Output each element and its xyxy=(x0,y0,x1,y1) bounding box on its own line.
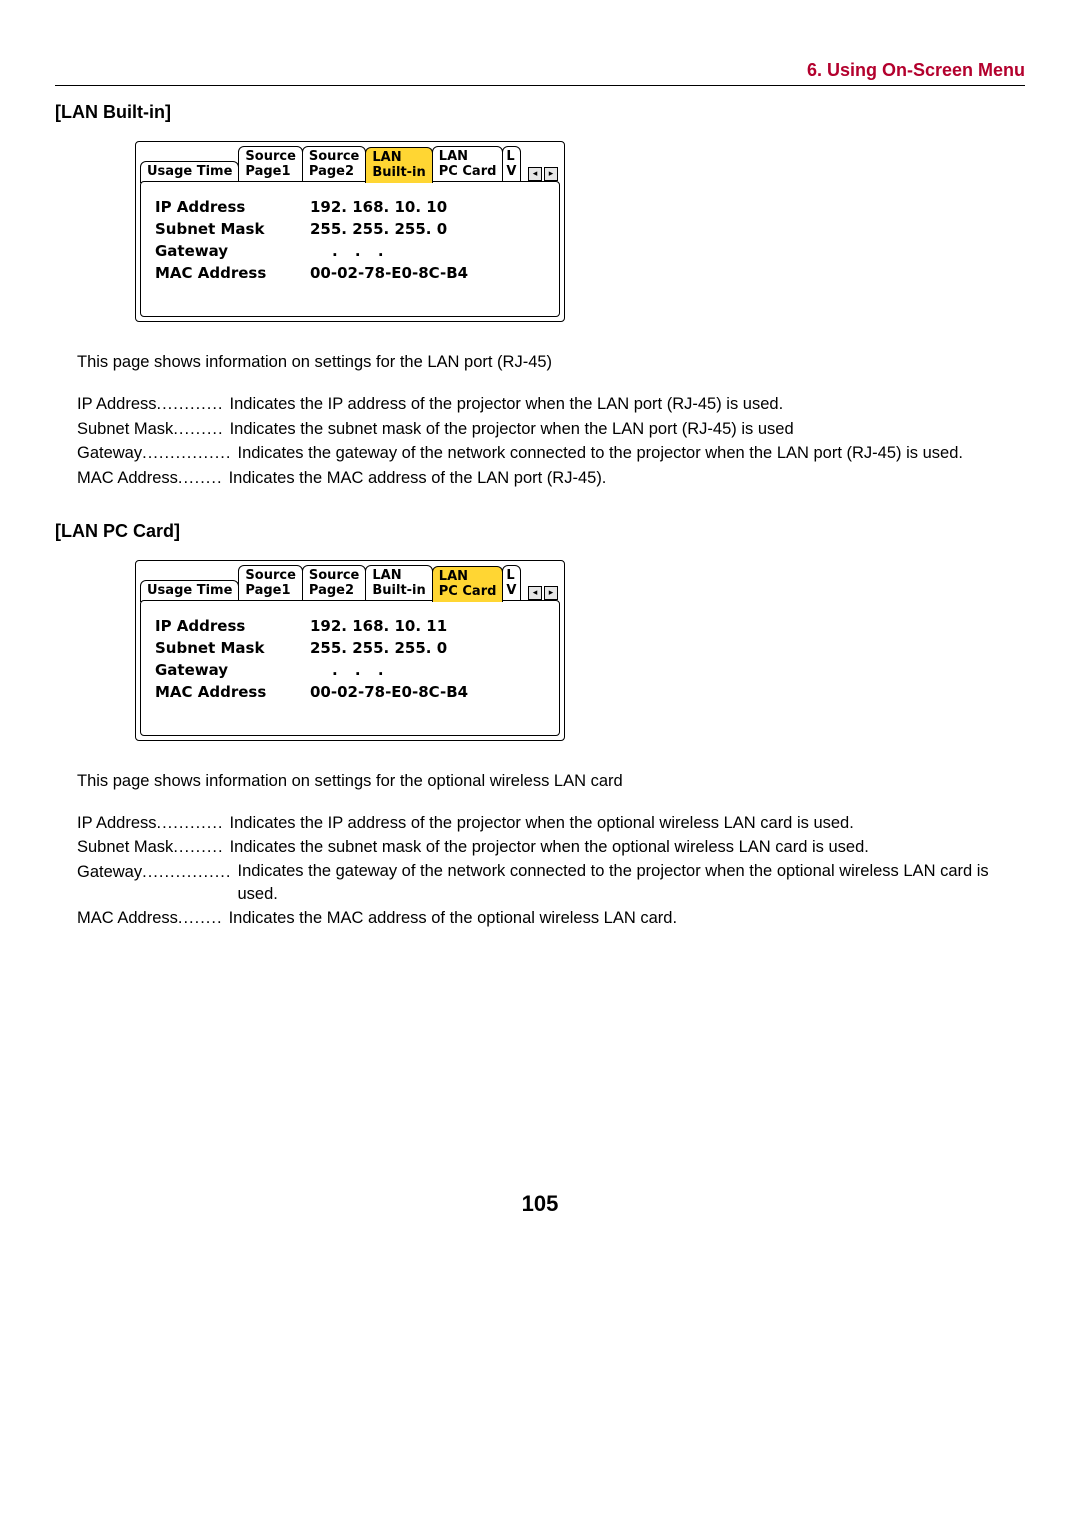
field-label-mac: MAC Address xyxy=(155,683,310,701)
tab-usage-time[interactable]: Usage Time xyxy=(140,161,239,183)
def-term: Subnet Mask xyxy=(77,835,173,860)
scroll-right-icon[interactable]: ▸ xyxy=(544,586,558,600)
scroll-left-icon[interactable]: ◂ xyxy=(528,167,542,181)
tab-source-page1[interactable]: Source Page1 xyxy=(238,146,302,183)
tab-source-page1[interactable]: Source Page1 xyxy=(238,565,302,602)
tab-truncated[interactable]: L V xyxy=(502,565,521,602)
def-dots: ................ xyxy=(142,860,231,906)
field-label-mac: MAC Address xyxy=(155,264,310,282)
section-title: [LAN Built-in] xyxy=(55,102,1025,123)
def-dots: ......... xyxy=(173,835,223,860)
def-term: IP Address xyxy=(77,392,157,417)
field-label-subnet: Subnet Mask xyxy=(155,220,310,238)
tab-lan-builtin[interactable]: LAN Built-in xyxy=(365,565,432,602)
field-label-gateway: Gateway xyxy=(155,661,310,679)
section-title: [LAN PC Card] xyxy=(55,521,1025,542)
field-value-subnet: 255. 255. 255. 0 xyxy=(310,220,447,238)
def-term: MAC Address xyxy=(77,466,178,491)
field-label-gateway: Gateway xyxy=(155,242,310,260)
field-label-ip: IP Address xyxy=(155,617,310,635)
field-value-ip: 192. 168. 10. 11 xyxy=(310,617,447,635)
def-dots: ............ xyxy=(157,811,224,836)
definition-list: IP Address ............ Indicates the IP… xyxy=(77,811,1025,931)
tab-truncated[interactable]: L V xyxy=(502,146,521,183)
scroll-right-icon[interactable]: ▸ xyxy=(544,167,558,181)
chapter-heading: 6. Using On-Screen Menu xyxy=(55,60,1025,86)
tab-lan-pccard[interactable]: LAN PC Card xyxy=(432,146,504,183)
tab-source-page2[interactable]: Source Page2 xyxy=(302,565,366,602)
field-value-ip: 192. 168. 10. 10 xyxy=(310,198,447,216)
scroll-left-icon[interactable]: ◂ xyxy=(528,586,542,600)
field-value-gateway: . . . xyxy=(310,242,390,260)
def-desc: Indicates the MAC address of the LAN por… xyxy=(223,466,1025,491)
osd-tab-row: Usage Time Source Page1 Source Page2 LAN… xyxy=(140,565,560,602)
osd-panel: IP Address 192. 168. 10. 11 Subnet Mask … xyxy=(140,600,560,736)
def-dots: ........ xyxy=(178,466,223,491)
def-desc: Indicates the gateway of the network con… xyxy=(231,860,1025,906)
def-dots: ........ xyxy=(178,906,223,931)
def-dots: ............ xyxy=(157,392,224,417)
tab-source-page2[interactable]: Source Page2 xyxy=(302,146,366,183)
def-desc: Indicates the MAC address of the optiona… xyxy=(223,906,1025,931)
tab-lan-pccard[interactable]: LAN PC Card xyxy=(432,566,504,602)
definition-list: IP Address ............ Indicates the IP… xyxy=(77,392,1025,491)
osd-panel: IP Address 192. 168. 10. 10 Subnet Mask … xyxy=(140,181,560,317)
def-term: Subnet Mask xyxy=(77,417,173,442)
def-term: Gateway xyxy=(77,441,142,466)
tab-lan-builtin[interactable]: LAN Built-in xyxy=(365,147,432,183)
def-desc: Indicates the IP address of the projecto… xyxy=(224,392,1025,417)
field-value-mac: 00-02-78-E0-8C-B4 xyxy=(310,264,468,282)
def-term: MAC Address xyxy=(77,906,178,931)
field-label-subnet: Subnet Mask xyxy=(155,639,310,657)
osd-tab-row: Usage Time Source Page1 Source Page2 LAN… xyxy=(140,146,560,183)
def-desc: Indicates the IP address of the projecto… xyxy=(224,811,1025,836)
def-term: Gateway xyxy=(77,860,142,906)
def-term: IP Address xyxy=(77,811,157,836)
section-intro: This page shows information on settings … xyxy=(77,771,1025,792)
field-value-subnet: 255. 255. 255. 0 xyxy=(310,639,447,657)
def-desc: Indicates the subnet mask of the project… xyxy=(224,417,1025,442)
field-label-ip: IP Address xyxy=(155,198,310,216)
def-dots: ................ xyxy=(142,441,231,466)
field-value-gateway: . . . xyxy=(310,661,390,679)
tab-usage-time[interactable]: Usage Time xyxy=(140,580,239,602)
page-number: 105 xyxy=(55,1191,1025,1217)
osd-window-pccard: Usage Time Source Page1 Source Page2 LAN… xyxy=(135,560,565,741)
def-dots: ......... xyxy=(173,417,223,442)
section-lan-pccard: [LAN PC Card] Usage Time Source Page1 So… xyxy=(55,521,1025,931)
field-value-mac: 00-02-78-E0-8C-B4 xyxy=(310,683,468,701)
def-desc: Indicates the gateway of the network con… xyxy=(231,441,1025,466)
section-intro: This page shows information on settings … xyxy=(77,352,1025,373)
osd-window-builtin: Usage Time Source Page1 Source Page2 LAN… xyxy=(135,141,565,322)
def-desc: Indicates the subnet mask of the project… xyxy=(224,835,1025,860)
section-lan-builtin: [LAN Built-in] Usage Time Source Page1 S… xyxy=(55,102,1025,491)
